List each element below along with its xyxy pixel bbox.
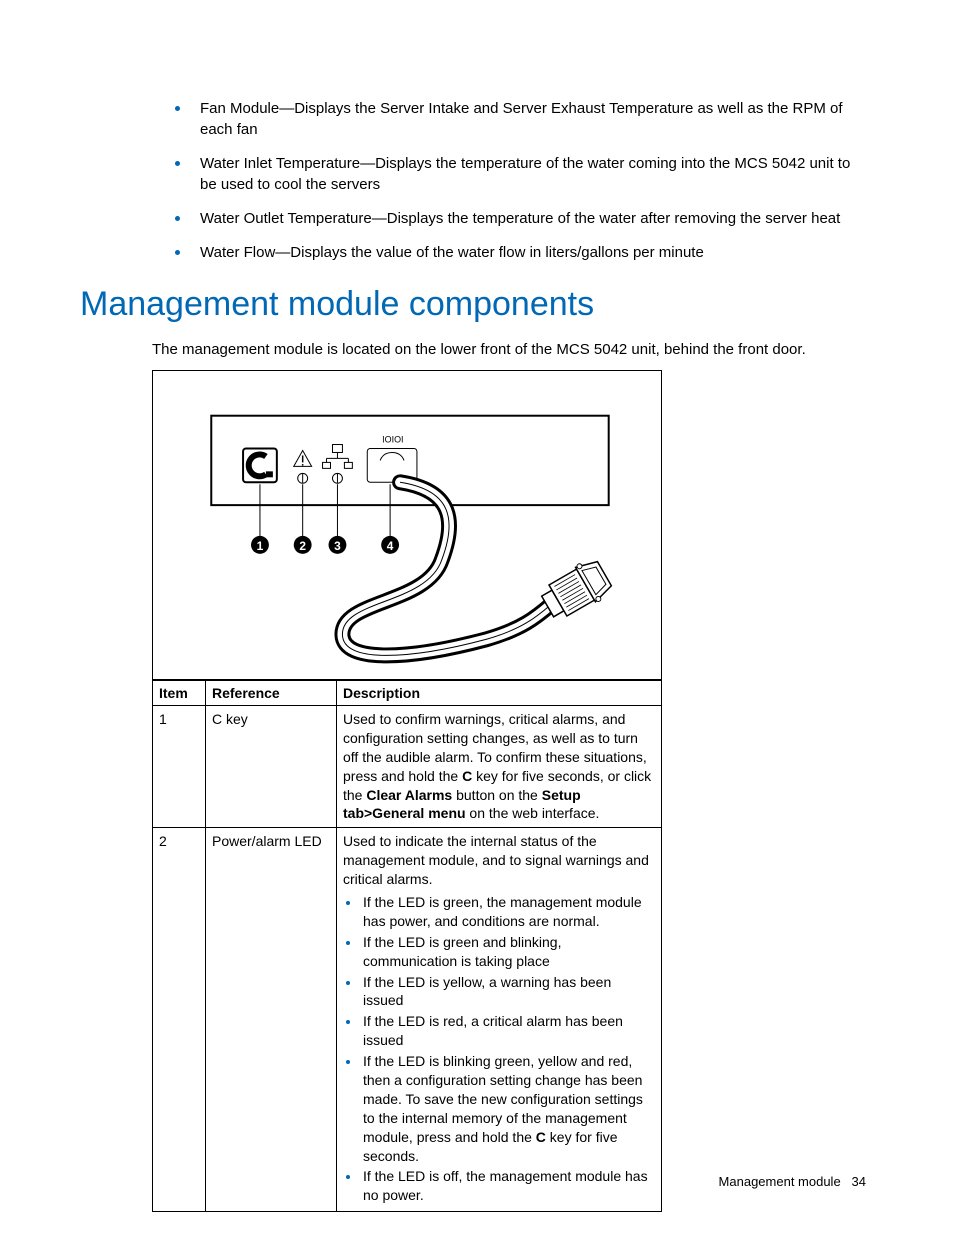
serial-cable xyxy=(342,482,551,655)
network-icon xyxy=(323,445,353,469)
table-row: 1 C key Used to confirm warnings, critic… xyxy=(153,706,662,828)
col-header-reference: Reference xyxy=(206,681,337,706)
section-heading: Management module components xyxy=(80,285,866,324)
led-state-green: If the LED is green, the management modu… xyxy=(361,893,655,931)
svg-text:4: 4 xyxy=(387,539,394,553)
led-state-green-blink: If the LED is green and blinking, commun… xyxy=(361,933,655,971)
footer-section-label: Management module xyxy=(719,1174,841,1189)
bullet-water-inlet: Water Inlet Temperature—Displays the tem… xyxy=(192,150,866,195)
bold-clear-alarms: Clear Alarms xyxy=(366,787,452,803)
col-header-item: Item xyxy=(153,681,206,706)
desc-text: button on the xyxy=(452,787,542,803)
desc-intro-text: Used to indicate the internal status of … xyxy=(343,833,649,887)
figure-svg: IOIOI 1 2 3 4 xyxy=(153,371,661,679)
warning-triangle-icon xyxy=(294,450,312,466)
cell-ref-1: C key xyxy=(206,706,337,828)
callout-2: 2 xyxy=(294,536,312,554)
bold-c: C xyxy=(536,1129,546,1145)
table-row: 2 Power/alarm LED Used to indicate the i… xyxy=(153,828,662,1212)
led-state-yellow: If the LED is yellow, a warning has been… xyxy=(361,973,655,1011)
component-reference-table: Item Reference Description 1 C key Used … xyxy=(152,680,662,1212)
cell-desc-2: Used to indicate the internal status of … xyxy=(337,828,662,1212)
cell-desc-1: Used to confirm warnings, critical alarm… xyxy=(337,706,662,828)
svg-text:1: 1 xyxy=(257,539,264,553)
bullet-water-flow: Water Flow—Displays the value of the wat… xyxy=(192,239,866,263)
svg-text:2: 2 xyxy=(299,539,306,553)
callout-4: 4 xyxy=(381,536,399,554)
serial-port-label: IOIOI xyxy=(382,435,403,445)
c-key-icon xyxy=(243,448,277,482)
callout-3: 3 xyxy=(329,536,347,554)
bullet-water-outlet: Water Outlet Temperature—Displays the te… xyxy=(192,205,866,229)
intro-bullet-list: Fan Module—Displays the Server Intake an… xyxy=(152,95,866,263)
page-footer: Management module 34 xyxy=(719,1174,866,1189)
led-states-list: If the LED is green, the management modu… xyxy=(343,893,655,1205)
cell-item-2: 2 xyxy=(153,828,206,1212)
footer-page-number: 34 xyxy=(852,1174,866,1189)
led-state-red: If the LED is red, a critical alarm has … xyxy=(361,1012,655,1050)
bullet-fan-module: Fan Module—Displays the Server Intake an… xyxy=(192,95,866,140)
cell-ref-2: Power/alarm LED xyxy=(206,828,337,1212)
led-state-multicolor: If the LED is blinking green, yellow and… xyxy=(361,1052,655,1165)
col-header-description: Description xyxy=(337,681,662,706)
led-state-off: If the LED is off, the management module… xyxy=(361,1167,655,1205)
cell-item-1: 1 xyxy=(153,706,206,828)
table-header-row: Item Reference Description xyxy=(153,681,662,706)
intro-paragraph: The management module is located on the … xyxy=(152,339,866,360)
management-module-figure: IOIOI 1 2 3 4 xyxy=(152,370,662,680)
bold-c: C xyxy=(462,768,472,784)
desc-text: on the web interface. xyxy=(466,805,600,821)
callout-1: 1 xyxy=(251,536,269,554)
document-page: Fan Module—Displays the Server Intake an… xyxy=(0,0,954,1235)
svg-text:3: 3 xyxy=(334,539,341,553)
